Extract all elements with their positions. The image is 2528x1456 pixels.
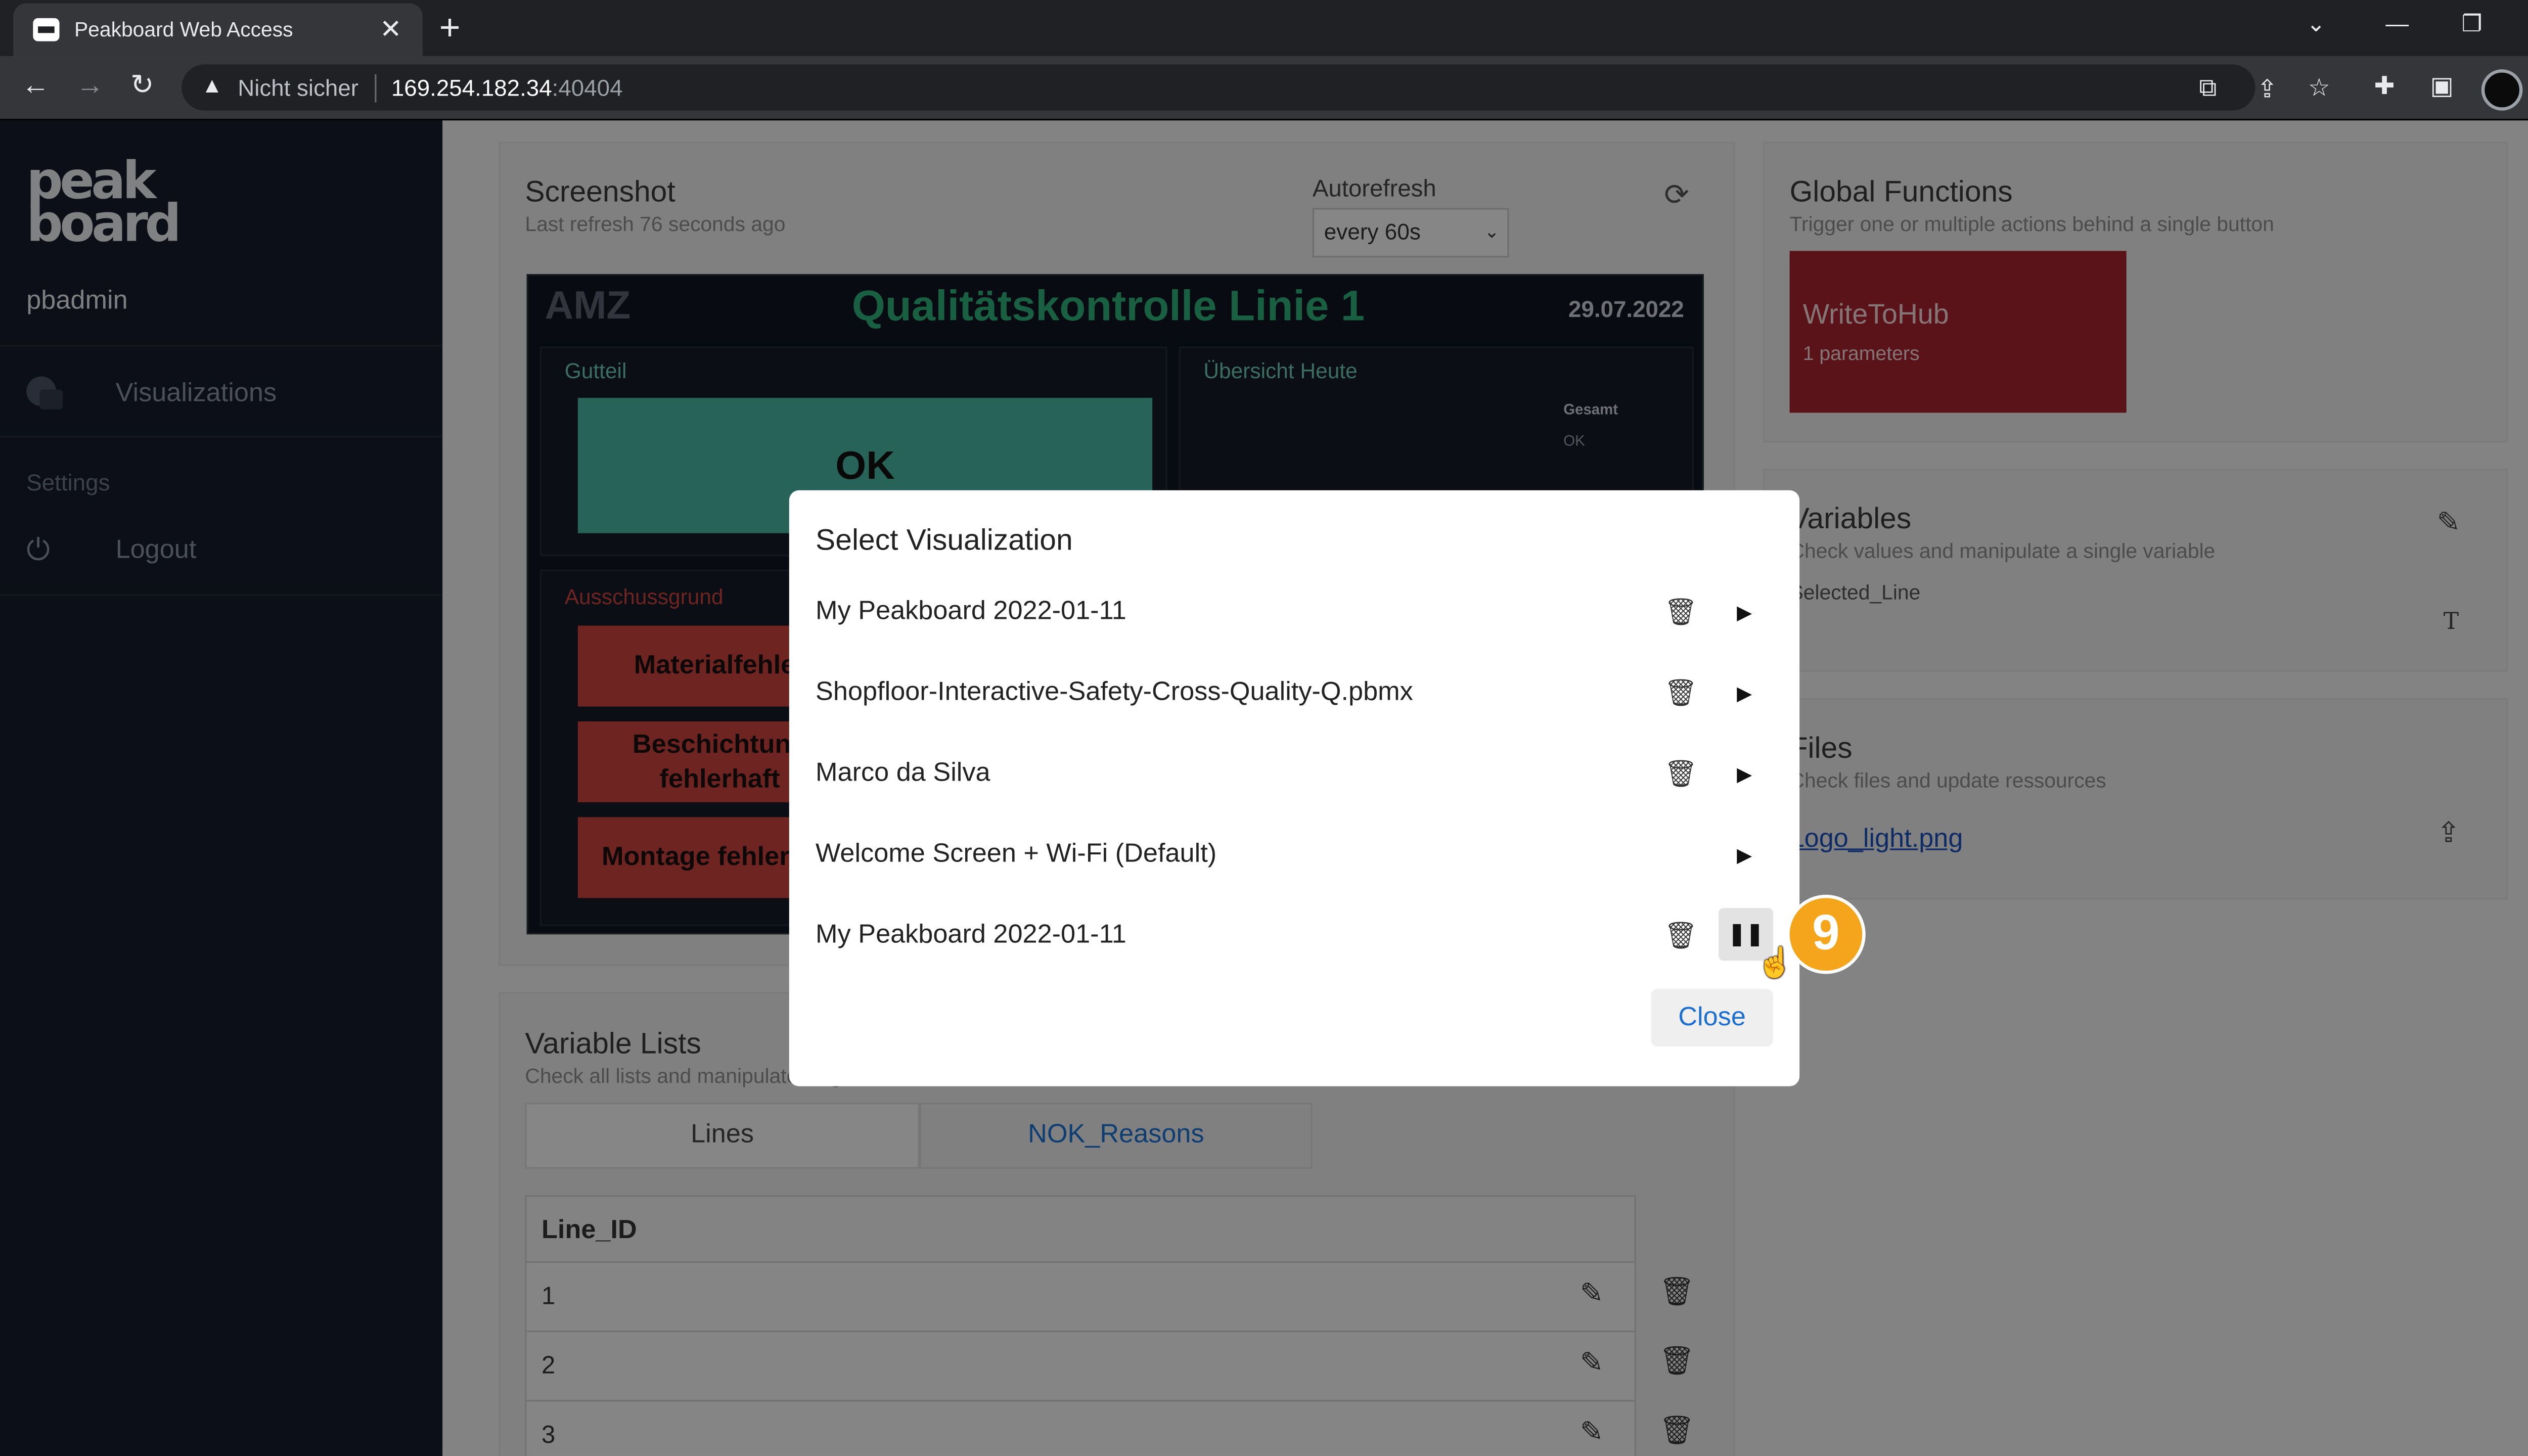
- mouse-pointer-icon: ☝: [1756, 946, 1794, 979]
- visualization-item[interactable]: Shopfloor-Interactive-Safety-Cross-Quali…: [816, 678, 1413, 708]
- tab-close-icon[interactable]: ✕: [380, 13, 402, 46]
- delete-trash-icon[interactable]: 🗑: [1664, 677, 1697, 710]
- extensions-icon[interactable]: ✚: [2374, 71, 2395, 101]
- step-badge: 9: [1786, 894, 1866, 974]
- side-panel-icon[interactable]: ▣: [2430, 71, 2454, 101]
- browser-tab[interactable]: Peakboard Web Access ✕: [13, 3, 423, 57]
- delete-trash-icon[interactable]: 🗑: [1664, 920, 1697, 952]
- play-icon[interactable]: ▶: [1737, 763, 1752, 786]
- minimize-icon[interactable]: —: [2385, 10, 2409, 36]
- close-button[interactable]: Close: [1651, 988, 1773, 1047]
- visualization-item[interactable]: Welcome Screen + Wi-Fi (Default): [816, 840, 1216, 870]
- play-icon[interactable]: ▶: [1737, 844, 1752, 867]
- visualization-item[interactable]: My Peakboard 2022-01-11: [816, 921, 1126, 951]
- warning-icon[interactable]: ▲: [201, 73, 222, 98]
- share-icon[interactable]: ⇪: [2257, 74, 2278, 104]
- play-icon[interactable]: ▶: [1737, 601, 1752, 624]
- url-host: 169.254.182.34: [391, 74, 552, 101]
- browser-toolbar: ← → ↻ ▲ Nicht sicher 169.254.182.34:4040…: [0, 56, 2528, 121]
- dialog-title: Select Visualization: [816, 523, 1073, 557]
- omnibox-separator: [375, 74, 377, 103]
- browser-tab-bar: Peakboard Web Access ✕ + ⌄ — ❐ ✕: [0, 0, 2528, 57]
- peakboard-favicon-icon: [33, 18, 60, 41]
- url-text[interactable]: 169.254.182.34:40404: [391, 74, 623, 101]
- pause-icon: ❚❚: [1728, 921, 1764, 946]
- not-secure-label[interactable]: Nicht sicher: [238, 74, 358, 101]
- select-visualization-dialog: Select Visualization My Peakboard 2022-0…: [789, 490, 1800, 1086]
- url-port: :40404: [552, 74, 623, 101]
- tab-title: Peakboard Web Access: [74, 18, 293, 41]
- reload-icon[interactable]: ↻: [130, 69, 154, 102]
- new-tab-icon[interactable]: +: [439, 7, 461, 50]
- restore-icon[interactable]: ❐: [2462, 10, 2482, 38]
- visualization-item[interactable]: My Peakboard 2022-01-11: [816, 598, 1126, 627]
- address-bar[interactable]: ▲ Nicht sicher 169.254.182.34:40404 ⧉ ⇪ …: [182, 64, 2330, 111]
- play-icon[interactable]: ▶: [1737, 682, 1752, 705]
- back-icon[interactable]: ←: [21, 69, 50, 102]
- forward-icon[interactable]: →: [76, 69, 104, 102]
- delete-trash-icon[interactable]: 🗑: [1664, 596, 1697, 629]
- delete-trash-icon[interactable]: 🗑: [1664, 758, 1697, 791]
- profile-avatar[interactable]: [2481, 69, 2523, 111]
- tab-search-icon[interactable]: ⌄: [2307, 10, 2326, 38]
- bookmark-star-icon[interactable]: ☆: [2308, 73, 2330, 103]
- translate-icon[interactable]: ⧉: [2199, 74, 2217, 103]
- visualization-item[interactable]: Marco da Silva: [816, 759, 990, 789]
